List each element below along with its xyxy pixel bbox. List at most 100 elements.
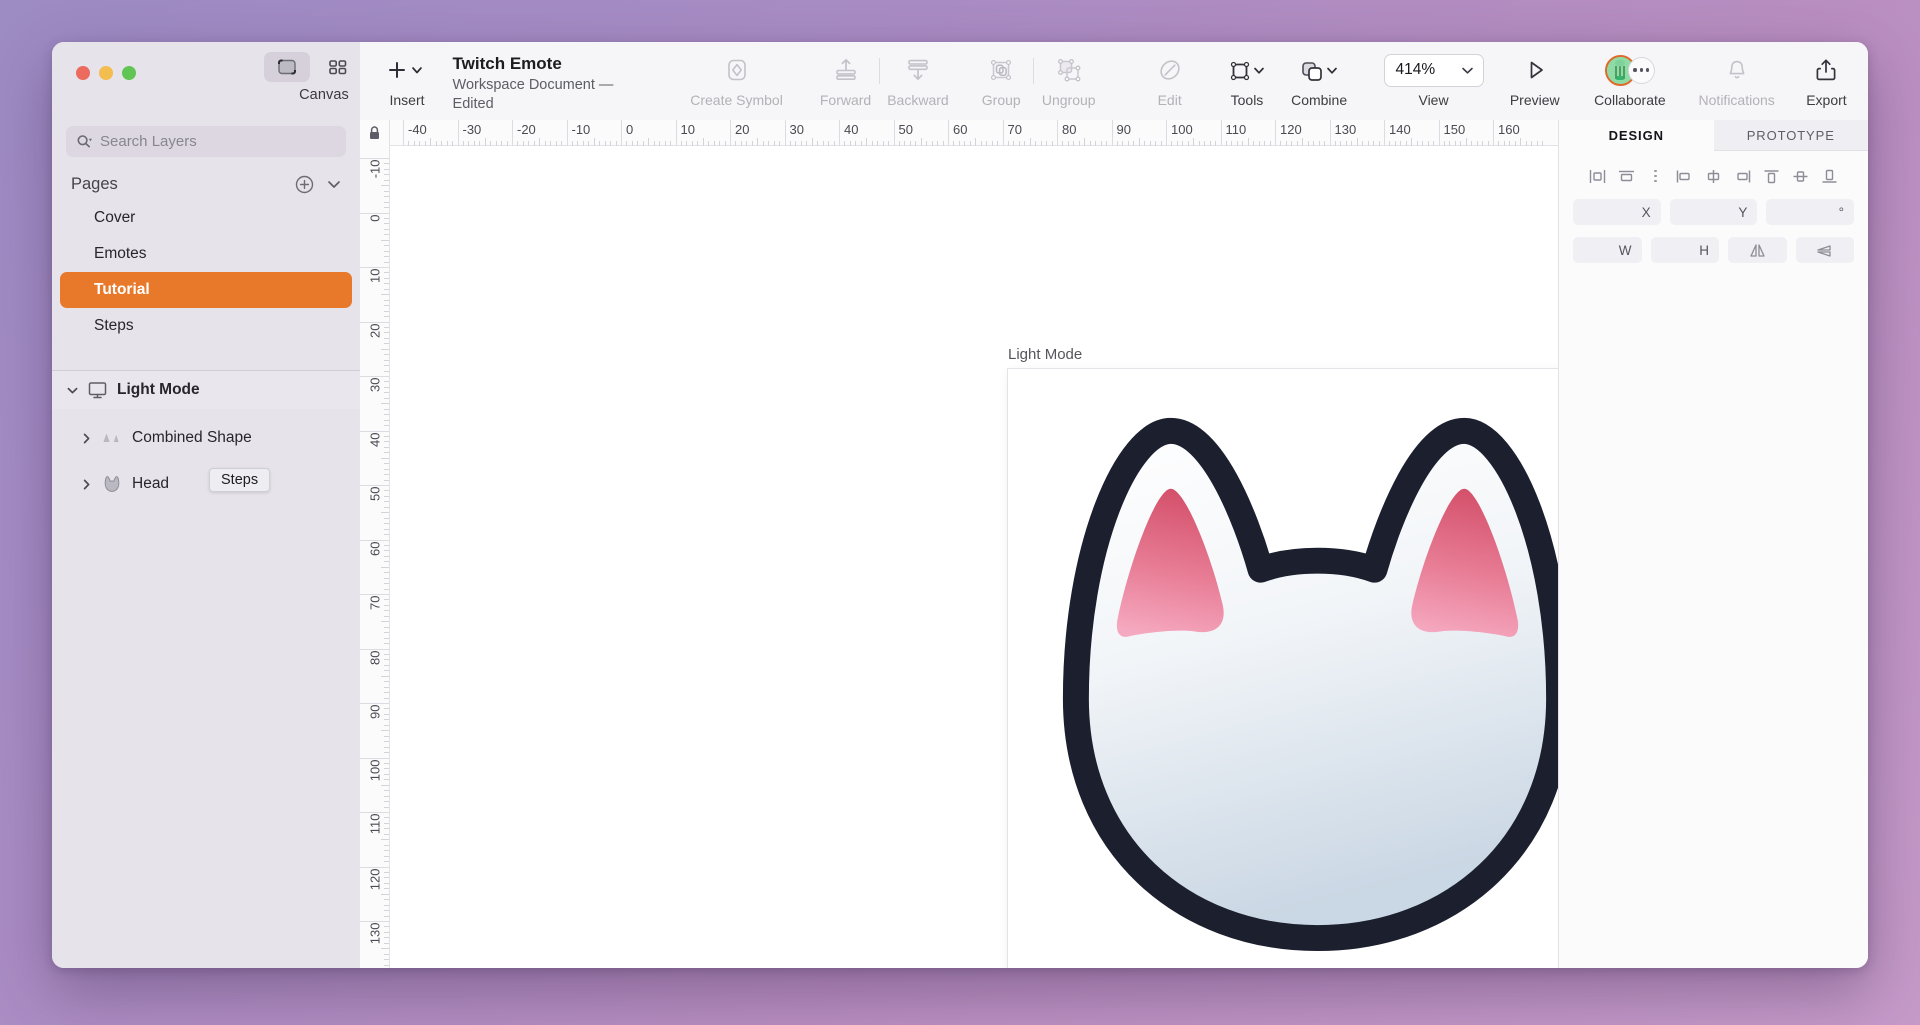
ruler-minor-tick [381,839,389,840]
toolbar-create-symbol[interactable]: Create Symbol [688,53,785,108]
components-mode-button[interactable] [314,52,360,82]
ruler-minor-tick [496,141,497,146]
ruler-minor-tick [1171,141,1172,146]
ruler-minor-tick [932,141,933,146]
ruler-minor-tick [381,458,389,459]
ruler-minor-tick [1204,141,1205,146]
ruler-minor-tick [384,959,389,960]
align-vertical-center-icon[interactable] [1788,165,1813,187]
ruler-minor-tick [384,572,389,573]
ruler-minor-tick [408,141,409,146]
layer-row-combined-shape[interactable]: Combined Shape [52,419,360,457]
disclosure-collapsed-icon[interactable] [80,478,92,491]
inspector-tabs: DESIGN PROTOTYPE [1559,120,1868,151]
ruler-minor-tick [384,741,389,742]
canvas-area[interactable]: -40-30-20-100102030405060708090100110120… [360,120,1558,968]
y-field[interactable]: Y [1670,199,1758,225]
minimize-button[interactable] [99,66,113,80]
zoom-level-select[interactable]: 414% [1384,54,1484,87]
close-button[interactable] [76,66,90,80]
align-right-edge-icon[interactable] [1730,165,1755,187]
ruler-minor-tick [384,692,389,693]
toolbar-edit[interactable]: Edit [1141,53,1199,108]
toolbar-ungroup-label: Ungroup [1042,92,1096,108]
x-field[interactable]: X [1573,199,1661,225]
toolbar-backward[interactable]: Backward [883,53,953,108]
toolbar-export[interactable]: Export [1797,53,1855,108]
align-center-horizontal-icon[interactable] [1614,165,1639,187]
horizontal-ruler[interactable]: -40-30-20-100102030405060708090100110120… [360,120,1558,146]
ruler-minor-tick [384,752,389,753]
plus-circle-icon[interactable] [295,175,314,194]
ruler-minor-tick [1395,141,1396,146]
align-left-edge-icon[interactable] [1672,165,1697,187]
align-left-icon[interactable] [1585,165,1610,187]
ruler-minor-tick [384,196,389,197]
ruler-minor-tick [719,141,720,146]
layer-row-light-mode[interactable]: Light Mode [52,371,360,409]
ruler-minor-tick [1373,141,1374,146]
ruler-minor-tick [1433,141,1434,146]
bell-icon [1724,57,1750,83]
tab-design[interactable]: DESIGN [1559,120,1714,151]
align-top-icon[interactable] [1759,165,1784,187]
page-item-steps[interactable]: Steps [60,308,352,344]
toolbar-collaborate[interactable]: Collaborate [1584,53,1676,108]
ruler-minor-tick [384,632,389,633]
document-title-block[interactable]: Twitch Emote Workspace Document — Edited [447,53,634,114]
collaborators-more-button[interactable] [1628,57,1655,84]
toolbar-ungroup[interactable]: Ungroup [1037,53,1100,108]
canvas-mode-button[interactable] [264,52,310,82]
page-item-cover[interactable]: Cover [60,200,352,236]
distribute-icon[interactable] [1643,165,1668,187]
toolbar-insert[interactable]: Insert [378,53,436,108]
page-item-tutorial[interactable]: Tutorial [60,272,352,308]
search-input[interactable]: Search Layers [66,126,346,157]
width-field[interactable]: W [1573,237,1642,263]
toolbar-forward[interactable]: Forward [815,53,876,108]
ruler-minor-tick [384,441,389,442]
right-inspector: DESIGN PROTOTYPE [1558,120,1868,968]
ruler-minor-tick [665,141,666,146]
ruler-minor-tick [583,141,584,146]
ruler-minor-tick [1144,141,1145,146]
ruler-minor-tick [1259,141,1260,146]
height-field[interactable]: H [1651,237,1720,263]
flip-horizontal-icon[interactable] [1728,237,1787,263]
align-horizontal-center-icon[interactable] [1701,165,1726,187]
ruler-minor-tick [384,888,389,889]
artboard-name-label[interactable]: Light Mode [1008,346,1082,363]
ruler-minor-tick [384,583,389,584]
disclosure-collapsed-icon[interactable] [80,432,92,445]
toolbar-tools-label: Tools [1231,92,1264,108]
ruler-minor-tick [384,943,389,944]
rotation-field[interactable]: ° [1766,199,1854,225]
toolbar-group[interactable]: Group [972,53,1030,108]
chevron-down-icon[interactable] [326,179,342,190]
ruler-minor-tick [1286,141,1287,146]
artboard-canvas[interactable] [1008,369,1558,968]
ruler-minor-tick [384,381,389,382]
ruler-minor-tick [986,141,987,146]
toolbar-combine[interactable]: Combine [1287,53,1352,108]
toolbar-preview[interactable]: Preview [1505,53,1565,108]
ruler-minor-tick [381,676,389,677]
toolbar-tools[interactable]: Tools [1218,53,1276,108]
chevron-down-icon [1461,66,1474,75]
align-bottom-icon[interactable] [1817,165,1842,187]
tab-prototype[interactable]: PROTOTYPE [1714,120,1869,151]
document-name: Twitch Emote [453,53,634,74]
ruler-lock-button[interactable] [360,120,390,146]
flip-vertical-icon[interactable] [1796,237,1855,263]
toolbar-edit-label: Edit [1158,92,1182,108]
vertical-ruler[interactable]: -100102030405060708090100110120130 [360,146,390,968]
ruler-minor-tick [1019,141,1020,146]
ruler-minor-tick [384,817,389,818]
toolbar-notifications[interactable]: Notifications [1695,53,1778,108]
toolbar-view[interactable]: 414% View [1382,53,1486,108]
ruler-minor-tick [953,141,954,146]
page-item-emotes[interactable]: Emotes [60,236,352,272]
layer-row-head[interactable]: Head [52,465,360,503]
disclosure-expanded-icon[interactable] [66,386,78,395]
zoom-button[interactable] [122,66,136,80]
